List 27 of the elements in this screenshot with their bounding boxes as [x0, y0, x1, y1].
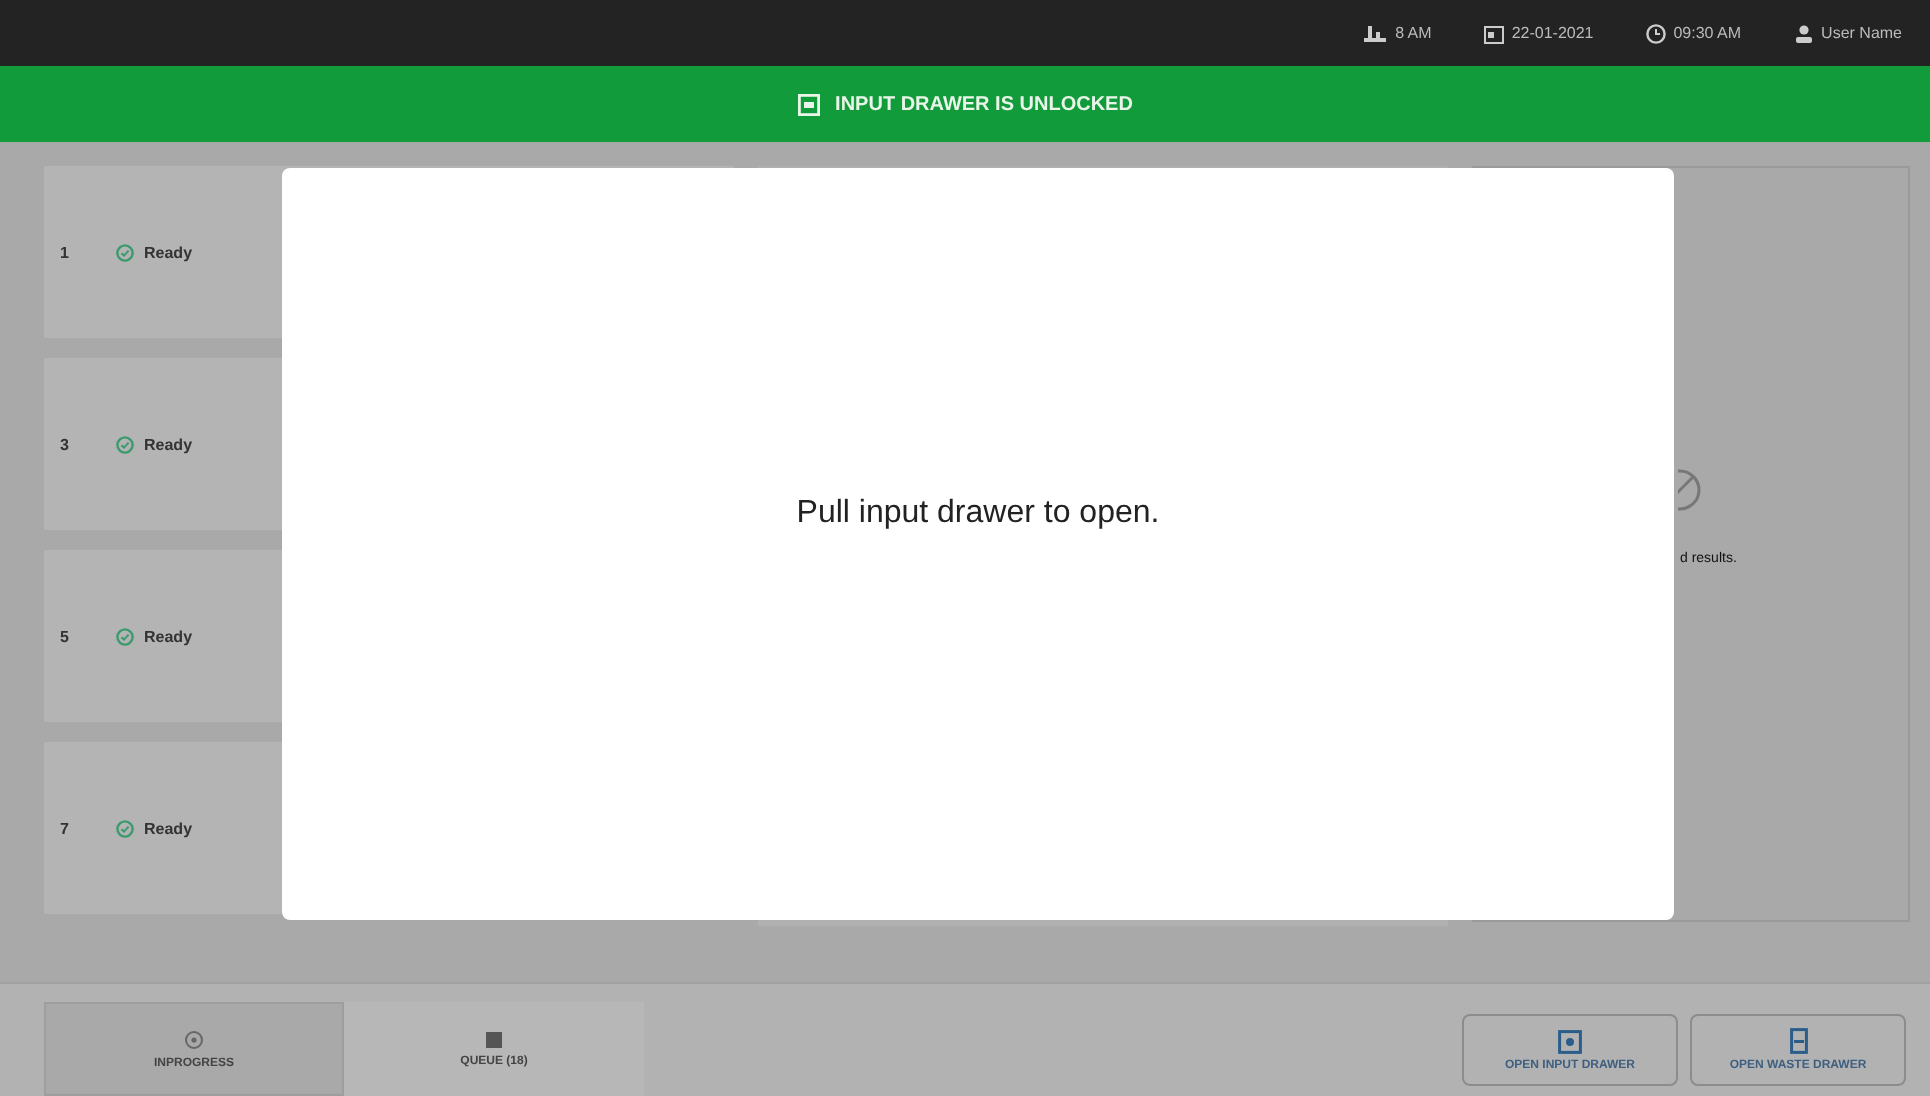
drawer-icon: [1558, 1029, 1582, 1053]
status-text: 8 AM: [1395, 24, 1432, 42]
dialog-message: Pull input drawer to open.: [796, 496, 1160, 532]
square-icon: [486, 1031, 502, 1047]
bin-icon: [1789, 1028, 1807, 1054]
status-label: Ready: [144, 435, 193, 453]
status-text: 22-01-2021: [1511, 24, 1594, 42]
status-label: Ready: [144, 627, 193, 645]
calendar-icon: [1483, 23, 1504, 43]
user-icon: [1793, 23, 1814, 43]
status-text: User Name: [1821, 24, 1902, 42]
prohibited-icon: [1678, 468, 1702, 512]
slot-number: 1: [60, 243, 71, 261]
status-label: Ready: [144, 243, 193, 261]
clock-icon: [1645, 23, 1666, 43]
check-icon: [116, 435, 134, 453]
drawer-icon: [797, 93, 820, 115]
status-label: Ready: [144, 819, 193, 837]
target-icon: [184, 1029, 204, 1049]
status-text: 09:30 AM: [1673, 24, 1742, 42]
slot-number: 3: [60, 435, 71, 453]
banner-text: INPUT DRAWER IS UNLOCKED: [835, 93, 1133, 115]
slot-number: 7: [60, 819, 71, 837]
check-icon: [116, 819, 134, 837]
slot-number: 5: [60, 627, 71, 645]
check-icon: [116, 243, 134, 261]
check-icon: [116, 627, 134, 645]
